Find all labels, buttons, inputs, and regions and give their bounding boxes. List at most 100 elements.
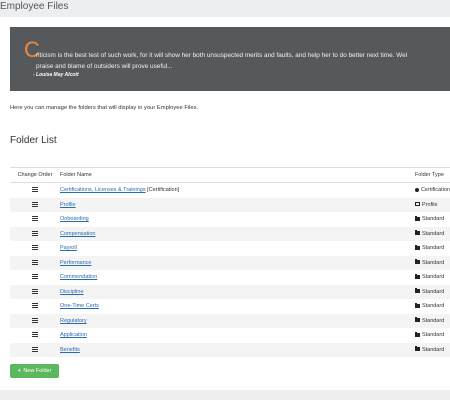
drag-handle-icon[interactable] <box>31 317 38 323</box>
folder-icon <box>414 215 420 221</box>
table-row: Compensation Standard <box>10 226 450 241</box>
intro-text: Here you can manage the folders that wil… <box>10 105 199 111</box>
folder-type-label: Standard <box>421 303 445 310</box>
quote-author: - Louisa May Alcott <box>33 72 79 78</box>
drag-handle-icon[interactable] <box>31 332 38 338</box>
drag-handle-icon[interactable] <box>31 245 38 251</box>
folder-type-cell: Standard <box>414 226 450 241</box>
folder-icon <box>414 331 420 337</box>
change-order-cell <box>10 284 60 299</box>
folder-name-link[interactable]: Certifications, Licenses & Trainings <box>60 187 146 193</box>
folder-type-label: Standard <box>421 216 445 223</box>
folder-name-cell: Discipline <box>59 284 415 299</box>
quote-line-2: praise and blame of outsiders will prove… <box>36 63 173 70</box>
table-row: Onboarding Standard <box>10 212 450 227</box>
folder-name-link[interactable]: Application <box>60 332 87 338</box>
change-order-cell <box>10 255 60 270</box>
drag-handle-icon[interactable] <box>31 230 38 236</box>
change-order-cell <box>10 197 60 212</box>
circle-icon <box>414 187 419 192</box>
folder-name-cell: Regulatory <box>59 313 415 328</box>
drag-handle-icon[interactable] <box>31 201 38 207</box>
folder-type-label: Standard <box>421 288 445 295</box>
folder-name-cell: Onboarding <box>60 212 415 227</box>
folder-type-label: Standard <box>421 317 445 324</box>
folder-type-cell: Standard <box>414 313 450 328</box>
change-order-cell <box>10 226 60 241</box>
folder-icon <box>414 273 420 279</box>
new-folder-button[interactable]: + New Folder <box>10 364 59 378</box>
table-header-row: Change Order Folder Name Folder Type <box>10 167 450 183</box>
folder-name-suffix: [Certification] <box>147 187 180 194</box>
folder-name-link[interactable]: Performance <box>60 260 92 266</box>
table-row: Performance Standard <box>10 255 450 270</box>
table-row: Certifications, Licenses & Trainings [Ce… <box>10 183 450 198</box>
folder-name-cell: Benefits <box>59 342 415 357</box>
change-order-cell <box>10 342 60 357</box>
drag-handle-icon[interactable] <box>31 259 38 265</box>
folder-type-label: Standard <box>421 346 445 353</box>
folder-name-link[interactable]: Regulatory <box>60 318 87 324</box>
drag-handle-icon[interactable] <box>31 303 38 309</box>
folder-icon <box>414 302 420 308</box>
change-order-cell <box>10 299 60 314</box>
folder-type-cell: Standard <box>414 342 450 357</box>
folder-icon <box>414 230 420 236</box>
folder-icon <box>414 346 420 352</box>
folder-name-link[interactable]: Benefits <box>60 347 80 353</box>
folder-type-cell: Standard <box>414 241 450 256</box>
quote-line-1: riticism is the best test of such work, … <box>36 52 408 59</box>
new-folder-label: New Folder <box>23 368 52 374</box>
folder-name-cell: Certifications, Licenses & Trainings [Ce… <box>60 183 415 198</box>
table-row: Commendation Standard <box>10 270 450 285</box>
change-order-cell <box>10 328 60 343</box>
drag-handle-icon[interactable] <box>31 216 38 222</box>
folder-type-label: Certification <box>420 187 450 194</box>
drag-handle-icon[interactable] <box>31 187 38 193</box>
drag-handle-icon[interactable] <box>31 288 38 294</box>
change-order-cell <box>10 183 60 198</box>
folder-name-link[interactable]: Payroll <box>60 245 77 251</box>
table-row: Profile Profile <box>10 197 450 212</box>
folder-name-link[interactable]: Onboarding <box>60 216 89 222</box>
header-change-order: Change Order <box>10 167 60 183</box>
folder-type-cell: Standard <box>414 255 450 270</box>
folder-list-title: Folder List <box>10 135 57 146</box>
folder-type-label: Standard <box>421 332 445 339</box>
change-order-cell <box>10 212 60 227</box>
folder-name-cell: Profile <box>59 197 415 212</box>
folder-icon <box>414 288 420 294</box>
folder-icon <box>414 317 420 323</box>
drag-handle-icon[interactable] <box>31 274 38 280</box>
page-title: Employee Files <box>0 1 69 12</box>
folder-type-label: Standard <box>421 230 445 237</box>
folder-name-cell: Performance <box>59 255 415 270</box>
folder-type-label: Standard <box>421 274 445 281</box>
folder-name-cell: Payroll <box>60 241 415 256</box>
folder-name-cell: One-Time Certs <box>60 299 415 314</box>
table-row: Regulatory Standard <box>10 313 450 328</box>
header-folder-type: Folder Type <box>414 167 450 183</box>
folder-name-link[interactable]: Compensation <box>60 231 95 237</box>
folder-name-link[interactable]: Profile <box>60 202 76 208</box>
folder-type-label: Standard <box>421 245 445 252</box>
table-row: Application Standard <box>10 328 450 343</box>
folder-type-cell: Certification <box>414 183 450 198</box>
folder-name-cell: Compensation <box>59 226 415 241</box>
folder-icon <box>414 259 420 265</box>
table-row: Payroll Standard <box>10 241 450 256</box>
folder-type-cell: Standard <box>414 270 450 285</box>
folder-type-label: Profile <box>421 201 438 208</box>
folder-name-link[interactable]: Commendation <box>60 274 97 280</box>
change-order-cell <box>10 313 60 328</box>
folder-name-cell: Application <box>60 328 415 343</box>
folder-type-cell: Standard <box>414 212 450 227</box>
table-row: One-Time Certs Standard <box>10 299 450 314</box>
folder-name-link[interactable]: One-Time Certs <box>60 303 99 309</box>
change-order-cell <box>10 241 60 256</box>
drag-handle-icon[interactable] <box>31 346 38 352</box>
folder-icon <box>414 244 420 250</box>
header-folder-name: Folder Name <box>59 167 415 183</box>
folder-type-cell: Standard <box>414 328 450 343</box>
folder-name-link[interactable]: Discipline <box>60 289 84 295</box>
